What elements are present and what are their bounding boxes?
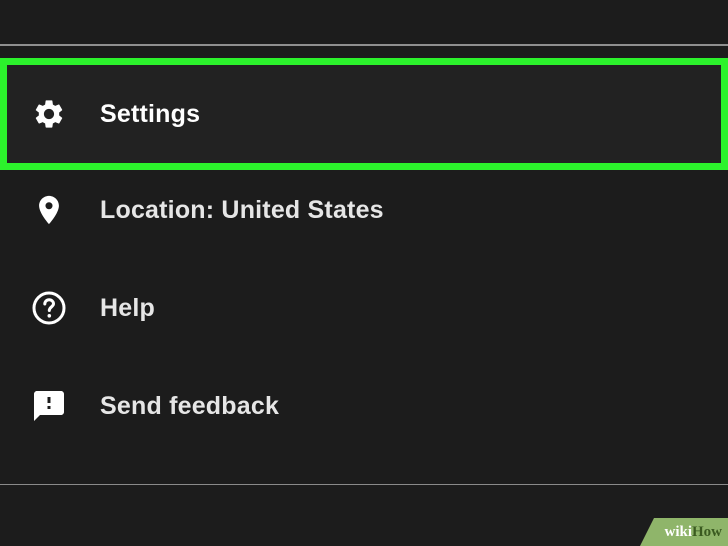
menu-item-settings[interactable]: Settings [0,58,728,170]
help-circle-icon [30,289,68,327]
gear-icon [30,95,68,133]
menu-item-label: Settings [100,99,201,128]
menu-item-label: Location: United States [100,195,384,224]
menu-item-send-feedback[interactable]: Send feedback [0,357,728,455]
bottom-divider [0,484,728,485]
menu-item-label: Send feedback [100,391,280,420]
feedback-icon [30,387,68,425]
menu-item-help[interactable]: Help [0,259,728,357]
watermark-part-1: wiki [664,523,692,540]
menu-item-label: Help [100,293,155,322]
menu-item-location[interactable]: Location: United States [0,161,728,259]
location-pin-icon [30,191,68,229]
watermark-part-2: How [692,523,722,540]
top-divider [0,44,728,46]
wikihow-watermark: wiki How [640,518,728,546]
